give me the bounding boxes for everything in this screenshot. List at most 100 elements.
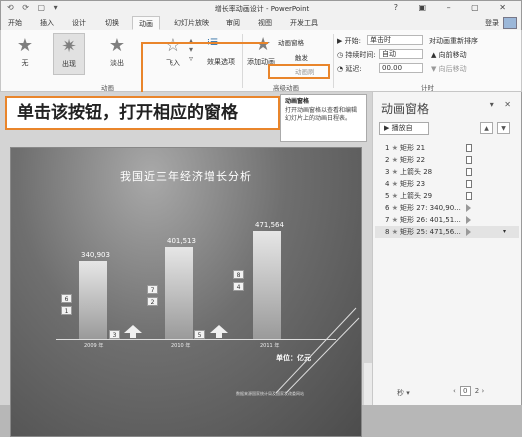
avatar[interactable]	[503, 17, 517, 29]
item-label: 矩形 21	[399, 144, 426, 152]
title-bar: ⟲ ⟳ ▢ ▾ 增长率动画设计 - PowerPoint ? ▣ – ▢ ✕	[0, 0, 522, 16]
tab-slideshow[interactable]: 幻灯片放映	[171, 18, 212, 28]
star-icon: ★	[391, 204, 398, 212]
login-link[interactable]: 登录	[485, 18, 499, 28]
bar-value-label: 401,513	[167, 236, 196, 245]
timeline-nav: ‹ 0 2 ›	[453, 386, 484, 396]
seconds-dropdown[interactable]: 秒 ▾	[397, 388, 410, 398]
animation-badge: 1	[61, 306, 72, 315]
ribbon-tabs: 开始 插入 设计 切换 动画 幻灯片放映 审阅 视图 开发工具 登录	[0, 16, 522, 30]
tab-view[interactable]: 视图	[255, 18, 275, 28]
animation-painter-button[interactable]: 动画刷	[295, 66, 315, 76]
effect-fly-in[interactable]: ☆ 飞入	[157, 36, 189, 68]
move-earlier-button[interactable]: ▲ 向前移动	[431, 50, 467, 60]
delay-field[interactable]: 00.00	[379, 63, 423, 73]
up-arrow-shape[interactable]	[216, 333, 222, 338]
timeline-prev-button[interactable]: ‹	[453, 387, 456, 395]
trigger-button[interactable]: 触发	[295, 52, 308, 62]
item-order: 7	[385, 216, 392, 224]
effect-options-button[interactable]: 效果选项	[207, 57, 235, 67]
animation-pane-button[interactable]: 动画窗格	[278, 37, 304, 47]
animation-list-item[interactable]: 6 ★ 矩形 27: 340,90...	[375, 202, 519, 214]
timeline-bar[interactable]	[466, 204, 471, 212]
move-down-button[interactable]: ▼	[497, 122, 510, 134]
effect-appear[interactable]: ✷ 出现	[53, 33, 85, 75]
window-controls[interactable]: ? ▣ – ▢ ✕	[394, 3, 515, 12]
start-select[interactable]: 单击时	[367, 35, 423, 45]
instruction-callout: 单击该按钮，打开相应的窗格	[5, 96, 280, 130]
vertical-scrollbar[interactable]	[364, 363, 372, 405]
animation-list-item[interactable]: 3 ★ 上箭头 28	[375, 166, 519, 178]
animation-list-item[interactable]: 4 ★ 矩形 23	[375, 178, 519, 190]
tab-transitions[interactable]: 切换	[102, 18, 122, 28]
timeline-bar[interactable]	[466, 228, 471, 236]
animation-badge: 3	[109, 330, 120, 339]
timeline-next-button[interactable]: ›	[481, 387, 484, 395]
fly-star-icon: ☆	[164, 35, 182, 56]
tab-developer[interactable]: 开发工具	[287, 18, 321, 28]
animation-list-item[interactable]: 8 ★ 矩形 25: 471,56... ▾	[375, 226, 519, 238]
move-later-button[interactable]: ▼ 向后移动	[431, 64, 467, 74]
move-up-button[interactable]: ▲	[480, 122, 493, 134]
tooltip-title: 动画窗格	[285, 98, 310, 105]
star-icon: ★	[391, 192, 398, 200]
start-label: ▶ 开始:	[337, 37, 361, 45]
animation-list-item[interactable]: 2 ★ 矩形 22	[375, 154, 519, 166]
chart-bar[interactable]	[165, 246, 193, 339]
tab-review[interactable]: 审阅	[223, 18, 243, 28]
ribbon: ★ 无 ✷ 出现 ★ 淡出 ☆ 飞入 ▴▾▿ ⁝☰ 效果选项 动画 ★ 添加动画…	[0, 30, 522, 92]
timeline-end: 2	[474, 387, 480, 395]
item-label: 矩形 27: 340,90...	[399, 204, 461, 212]
animation-list-item[interactable]: 5 ★ 上箭头 29	[375, 190, 519, 202]
star-burst-icon: ✷	[61, 36, 77, 57]
unit-label: 单位：亿元	[276, 354, 311, 362]
effect-fade[interactable]: ★ 淡出	[101, 36, 133, 68]
item-label: 矩形 22	[399, 156, 426, 164]
star-icon: ★	[391, 156, 398, 164]
timeline-bar[interactable]	[466, 180, 472, 188]
timeline-bar[interactable]	[466, 144, 472, 152]
slide-title: 我国近三年经济增长分析	[120, 170, 252, 183]
animation-badge: 4	[233, 282, 244, 291]
timeline-bar[interactable]	[466, 192, 472, 200]
animation-badge: 5	[194, 330, 205, 339]
year-label: 2009 年	[84, 343, 104, 349]
animation-badge: 8	[233, 270, 244, 279]
up-arrow-icon[interactable]	[210, 325, 228, 333]
gallery-scroll-icon[interactable]: ▴ ▾ ▿	[189, 36, 193, 63]
star-icon: ★	[391, 180, 398, 188]
callout-leader-vertical	[141, 42, 143, 96]
animation-list: 1 ★ 矩形 21 2 ★ 矩形 22 3 ★ 上箭头 28 4 ★ 矩形 23 5 ★ 上箭头 …	[375, 142, 519, 238]
tab-home[interactable]: 开始	[5, 18, 25, 28]
timeline-bar[interactable]	[466, 156, 472, 164]
star-icon: ★	[391, 228, 398, 236]
timeline-start: 0	[460, 386, 471, 396]
add-animation-star-icon: ★	[255, 34, 272, 55]
bar-value-label: 471,564	[255, 220, 284, 229]
separator	[333, 34, 334, 88]
item-label: 矩形 25: 471,56...	[399, 228, 461, 236]
pane-controls[interactable]: ▾ ✕	[490, 100, 515, 109]
callout-leader	[141, 42, 268, 44]
item-order: 8	[385, 228, 392, 236]
star-icon: ★	[391, 144, 398, 152]
decorative-lines	[275, 307, 360, 394]
animation-list-item[interactable]: 7 ★ 矩形 26: 401,51...	[375, 214, 519, 226]
effect-fly-in-label: 飞入	[166, 59, 180, 67]
tab-insert[interactable]: 插入	[37, 18, 57, 28]
tab-animations[interactable]: 动画	[132, 16, 160, 30]
up-arrow-shape[interactable]	[130, 333, 136, 338]
slide-canvas[interactable]: 我国近三年经济增长分析 340,903 401,513 471,564 6 1 3 …	[10, 147, 362, 437]
animation-pane: 动画窗格 ▾ ✕ ▶ 播放自 ▲ ▼ 1 ★ 矩形 21 2 ★ 矩形 22 3 ★ 上箭…	[372, 92, 522, 405]
tab-design[interactable]: 设计	[69, 18, 89, 28]
animation-list-item[interactable]: 1 ★ 矩形 21	[375, 142, 519, 154]
chart-bar[interactable]	[79, 260, 107, 339]
chevron-down-icon[interactable]: ▾	[503, 226, 506, 238]
group-advanced-label: 高级动画	[273, 84, 299, 92]
effect-none[interactable]: ★ 无	[9, 36, 41, 68]
timeline-bar[interactable]	[466, 168, 472, 176]
timeline-bar[interactable]	[466, 216, 471, 224]
duration-field[interactable]: 自动	[379, 49, 423, 59]
play-from-button[interactable]: ▶ 播放自	[379, 122, 429, 135]
up-arrow-icon[interactable]	[124, 325, 142, 333]
